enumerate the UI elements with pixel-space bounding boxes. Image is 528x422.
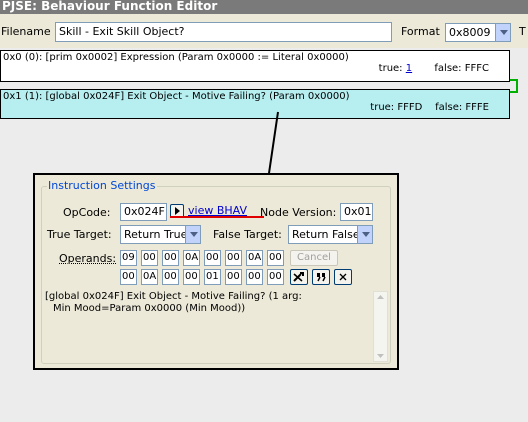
description-line-2: Min Mood=Param 0x0000 (Min Mood)) (53, 303, 246, 314)
node-connector (510, 79, 518, 93)
false-target-label: False Target: (213, 228, 282, 241)
instruction-settings-group: Instruction Settings OpCode: 0x024F view… (41, 179, 391, 364)
node-version-label: Node Version: (260, 206, 337, 219)
annotation-underline (170, 216, 264, 218)
operand-cell[interactable]: 00 (225, 269, 242, 285)
operand-cell[interactable]: 0A (246, 250, 263, 266)
wrench-icon[interactable] (290, 269, 308, 285)
opcode-input[interactable]: 0x024F (120, 203, 167, 221)
false-target-select[interactable]: Return False (288, 225, 373, 244)
description-scrollbar[interactable] (373, 291, 388, 362)
operand-cell[interactable]: 0A (183, 250, 200, 266)
true-target-value: Return True (124, 228, 188, 241)
instruction-description: [global 0x024F] Exit Object - Motive Fai… (45, 291, 367, 315)
true-target-select[interactable]: Return True (120, 225, 201, 244)
operand-cell[interactable]: 01 (204, 269, 221, 285)
chevron-down-icon[interactable] (185, 226, 200, 243)
description-line-1: [global 0x024F] Exit Object - Motive Fai… (45, 291, 302, 302)
operand-cell[interactable]: 00 (120, 269, 137, 285)
annotation-arrow-line (267, 111, 279, 181)
operand-cell[interactable]: 00 (246, 269, 263, 285)
operand-cell[interactable]: 00 (162, 269, 179, 285)
operand-cell[interactable]: 00 (183, 269, 200, 285)
opcode-label: OpCode: (63, 206, 111, 219)
operand-cell[interactable]: 09 (120, 250, 137, 266)
quote-icon[interactable] (312, 269, 330, 285)
operands-label: Operands: (59, 252, 117, 265)
operand-cell[interactable]: 00 (204, 250, 221, 266)
chevron-down-icon[interactable] (357, 226, 372, 243)
operand-cell[interactable]: 00 (225, 250, 242, 266)
close-icon[interactable] (334, 269, 352, 285)
instruction-settings-panel: Instruction Settings OpCode: 0x024F view… (33, 173, 399, 370)
operand-cell[interactable]: 00 (162, 250, 179, 266)
operand-cell[interactable]: 00 (267, 269, 284, 285)
node-version-input[interactable]: 0x01 (340, 203, 373, 221)
cancel-button[interactable]: Cancel (290, 250, 338, 266)
operand-cell[interactable]: 0A (141, 269, 158, 285)
operand-cell[interactable]: 00 (141, 250, 158, 266)
true-target-label: True Target: (47, 228, 112, 241)
group-title: Instruction Settings (47, 179, 157, 192)
false-target-value: Return False (292, 228, 360, 241)
operand-cell[interactable]: 00 (267, 250, 284, 266)
